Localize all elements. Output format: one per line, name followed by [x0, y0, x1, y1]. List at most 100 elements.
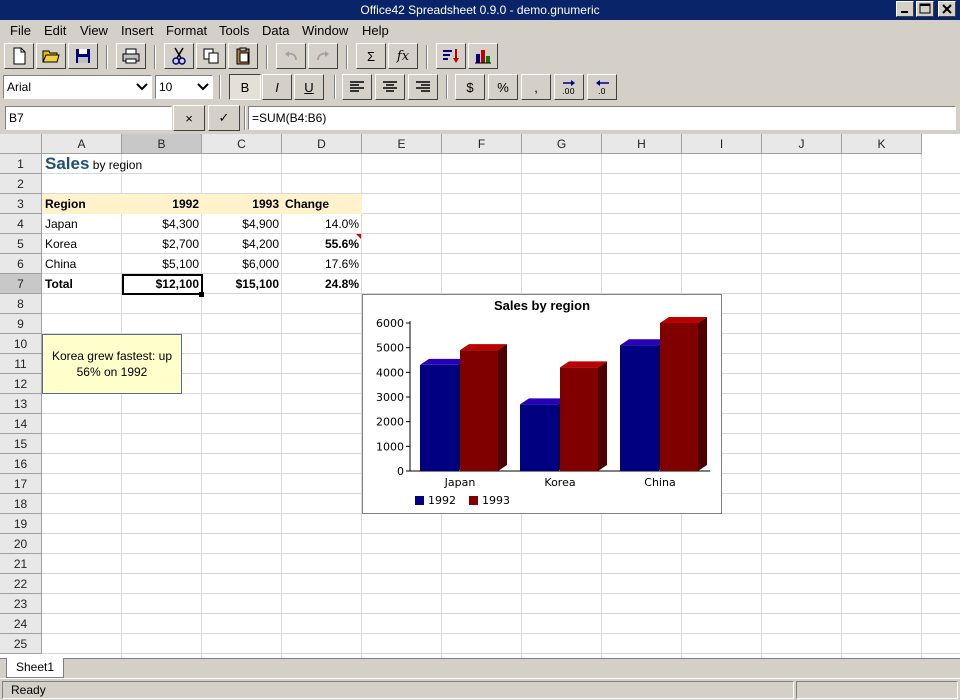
- font-name-dropdown[interactable]: [133, 76, 151, 98]
- column-header-b[interactable]: B: [122, 134, 202, 154]
- cell-a1-title[interactable]: Sales by region: [42, 154, 145, 174]
- fill-handle[interactable]: [199, 292, 204, 297]
- cancel-edit-button[interactable]: ×: [173, 105, 205, 131]
- decrease-decimals-button[interactable]: .0: [587, 74, 617, 100]
- open-button[interactable]: [36, 43, 66, 69]
- menu-window[interactable]: Window: [302, 20, 348, 41]
- font-name-select[interactable]: Arial: [3, 75, 152, 99]
- paste-button[interactable]: [228, 43, 258, 69]
- cell-d6[interactable]: 17.6%: [282, 254, 362, 274]
- row-header-14[interactable]: 14: [0, 414, 42, 434]
- menu-format[interactable]: Format: [166, 20, 207, 41]
- menu-view[interactable]: View: [80, 20, 108, 41]
- increase-decimals-button[interactable]: .00: [554, 74, 584, 100]
- row-header-7[interactable]: 7: [0, 274, 42, 294]
- row-header-23[interactable]: 23: [0, 594, 42, 614]
- row-header-15[interactable]: 15: [0, 434, 42, 454]
- select-all-corner[interactable]: [0, 134, 42, 154]
- row-header-8[interactable]: 8: [0, 294, 42, 314]
- row-header-3[interactable]: 3: [0, 194, 42, 214]
- insert-chart-button[interactable]: [468, 43, 498, 69]
- comment-note[interactable]: Korea grew fastest: up 56% on 1992: [42, 334, 182, 394]
- accept-edit-button[interactable]: ✓: [208, 105, 240, 131]
- menu-file[interactable]: File: [10, 20, 31, 41]
- comment-indicator[interactable]: [356, 234, 361, 239]
- menu-help[interactable]: Help: [362, 20, 389, 41]
- cell-d3[interactable]: Change: [282, 194, 362, 214]
- menu-edit[interactable]: Edit: [44, 20, 66, 41]
- row-header-6[interactable]: 6: [0, 254, 42, 274]
- column-header-c[interactable]: C: [202, 134, 282, 154]
- row-header-21[interactable]: 21: [0, 554, 42, 574]
- row-header-18[interactable]: 18: [0, 494, 42, 514]
- cell-a7[interactable]: Total: [42, 274, 122, 294]
- align-center-button[interactable]: [375, 74, 405, 100]
- row-header-10[interactable]: 10: [0, 334, 42, 354]
- selected-cell-cursor[interactable]: [122, 274, 203, 295]
- row-header-5[interactable]: 5: [0, 234, 42, 254]
- cut-button[interactable]: [164, 43, 194, 69]
- row-header-4[interactable]: 4: [0, 214, 42, 234]
- maximize-button[interactable]: [916, 1, 934, 17]
- column-header-g[interactable]: G: [522, 134, 602, 154]
- formula-input[interactable]: =SUM(B4:B6): [248, 106, 956, 130]
- cell-reference-box[interactable]: B7: [5, 106, 172, 130]
- row-header-12[interactable]: 12: [0, 374, 42, 394]
- row-header-19[interactable]: 19: [0, 514, 42, 534]
- thousands-separator-button[interactable]: ,: [521, 74, 551, 100]
- row-header-2[interactable]: 2: [0, 174, 42, 194]
- chart-object[interactable]: Sales by region 0 1000 2000 3000 4000 5000 6000…: [362, 294, 722, 514]
- save-button[interactable]: [68, 43, 98, 69]
- cell-d7[interactable]: 24.8%: [282, 274, 362, 294]
- cell-b6[interactable]: $5,100: [122, 254, 202, 274]
- cell-a4[interactable]: Japan: [42, 214, 122, 234]
- row-header-11[interactable]: 11: [0, 354, 42, 374]
- font-size-select[interactable]: 10: [155, 75, 213, 99]
- cell-a6[interactable]: China: [42, 254, 122, 274]
- redo-button[interactable]: [308, 43, 338, 69]
- bold-button[interactable]: B: [229, 74, 261, 100]
- font-size-dropdown[interactable]: [194, 76, 212, 98]
- cell-b3[interactable]: 1992: [122, 194, 202, 214]
- new-button[interactable]: [4, 43, 34, 69]
- undo-button[interactable]: [276, 43, 306, 69]
- menu-insert[interactable]: Insert: [121, 20, 154, 41]
- cell-a3[interactable]: Region: [42, 194, 122, 214]
- spreadsheet-grid[interactable]: A B C D E F G H I J K 1 2 3 4 5 6 7 8 9 10 11 12 13 14 15 16 17 18 19…: [0, 134, 960, 658]
- function-button[interactable]: fx: [388, 43, 418, 69]
- autosum-button[interactable]: Σ: [356, 43, 386, 69]
- column-header-d[interactable]: D: [282, 134, 362, 154]
- row-header-25[interactable]: 25: [0, 634, 42, 654]
- row-header-13[interactable]: 13: [0, 394, 42, 414]
- cell-d4[interactable]: 14.0%: [282, 214, 362, 234]
- cell-c5[interactable]: $4,200: [202, 234, 282, 254]
- cell-a5[interactable]: Korea: [42, 234, 122, 254]
- row-header-1[interactable]: 1: [0, 154, 42, 174]
- close-window-button[interactable]: [938, 1, 956, 17]
- sheet-tab-sheet1[interactable]: Sheet1: [6, 658, 65, 678]
- italic-button[interactable]: I: [262, 74, 292, 100]
- cell-c4[interactable]: $4,900: [202, 214, 282, 234]
- column-header-f[interactable]: F: [442, 134, 522, 154]
- minimize-button[interactable]: [896, 1, 914, 17]
- menu-data[interactable]: Data: [262, 20, 289, 41]
- column-header-a[interactable]: A: [42, 134, 122, 154]
- cell-b5[interactable]: $2,700: [122, 234, 202, 254]
- cell-d5[interactable]: 55.6%: [282, 234, 362, 254]
- column-header-k[interactable]: K: [842, 134, 922, 154]
- align-left-button[interactable]: [342, 74, 372, 100]
- cell-c7[interactable]: $15,100: [202, 274, 282, 294]
- column-header-j[interactable]: J: [762, 134, 842, 154]
- cell-c3[interactable]: 1993: [202, 194, 282, 214]
- column-header-i[interactable]: I: [682, 134, 762, 154]
- cell-c6[interactable]: $6,000: [202, 254, 282, 274]
- row-header-20[interactable]: 20: [0, 534, 42, 554]
- sort-button[interactable]: [436, 43, 466, 69]
- currency-button[interactable]: $: [455, 74, 485, 100]
- cell-b4[interactable]: $4,300: [122, 214, 202, 234]
- row-header-17[interactable]: 17: [0, 474, 42, 494]
- column-header-e[interactable]: E: [362, 134, 442, 154]
- column-header-h[interactable]: H: [602, 134, 682, 154]
- percent-button[interactable]: %: [488, 74, 518, 100]
- row-header-24[interactable]: 24: [0, 614, 42, 634]
